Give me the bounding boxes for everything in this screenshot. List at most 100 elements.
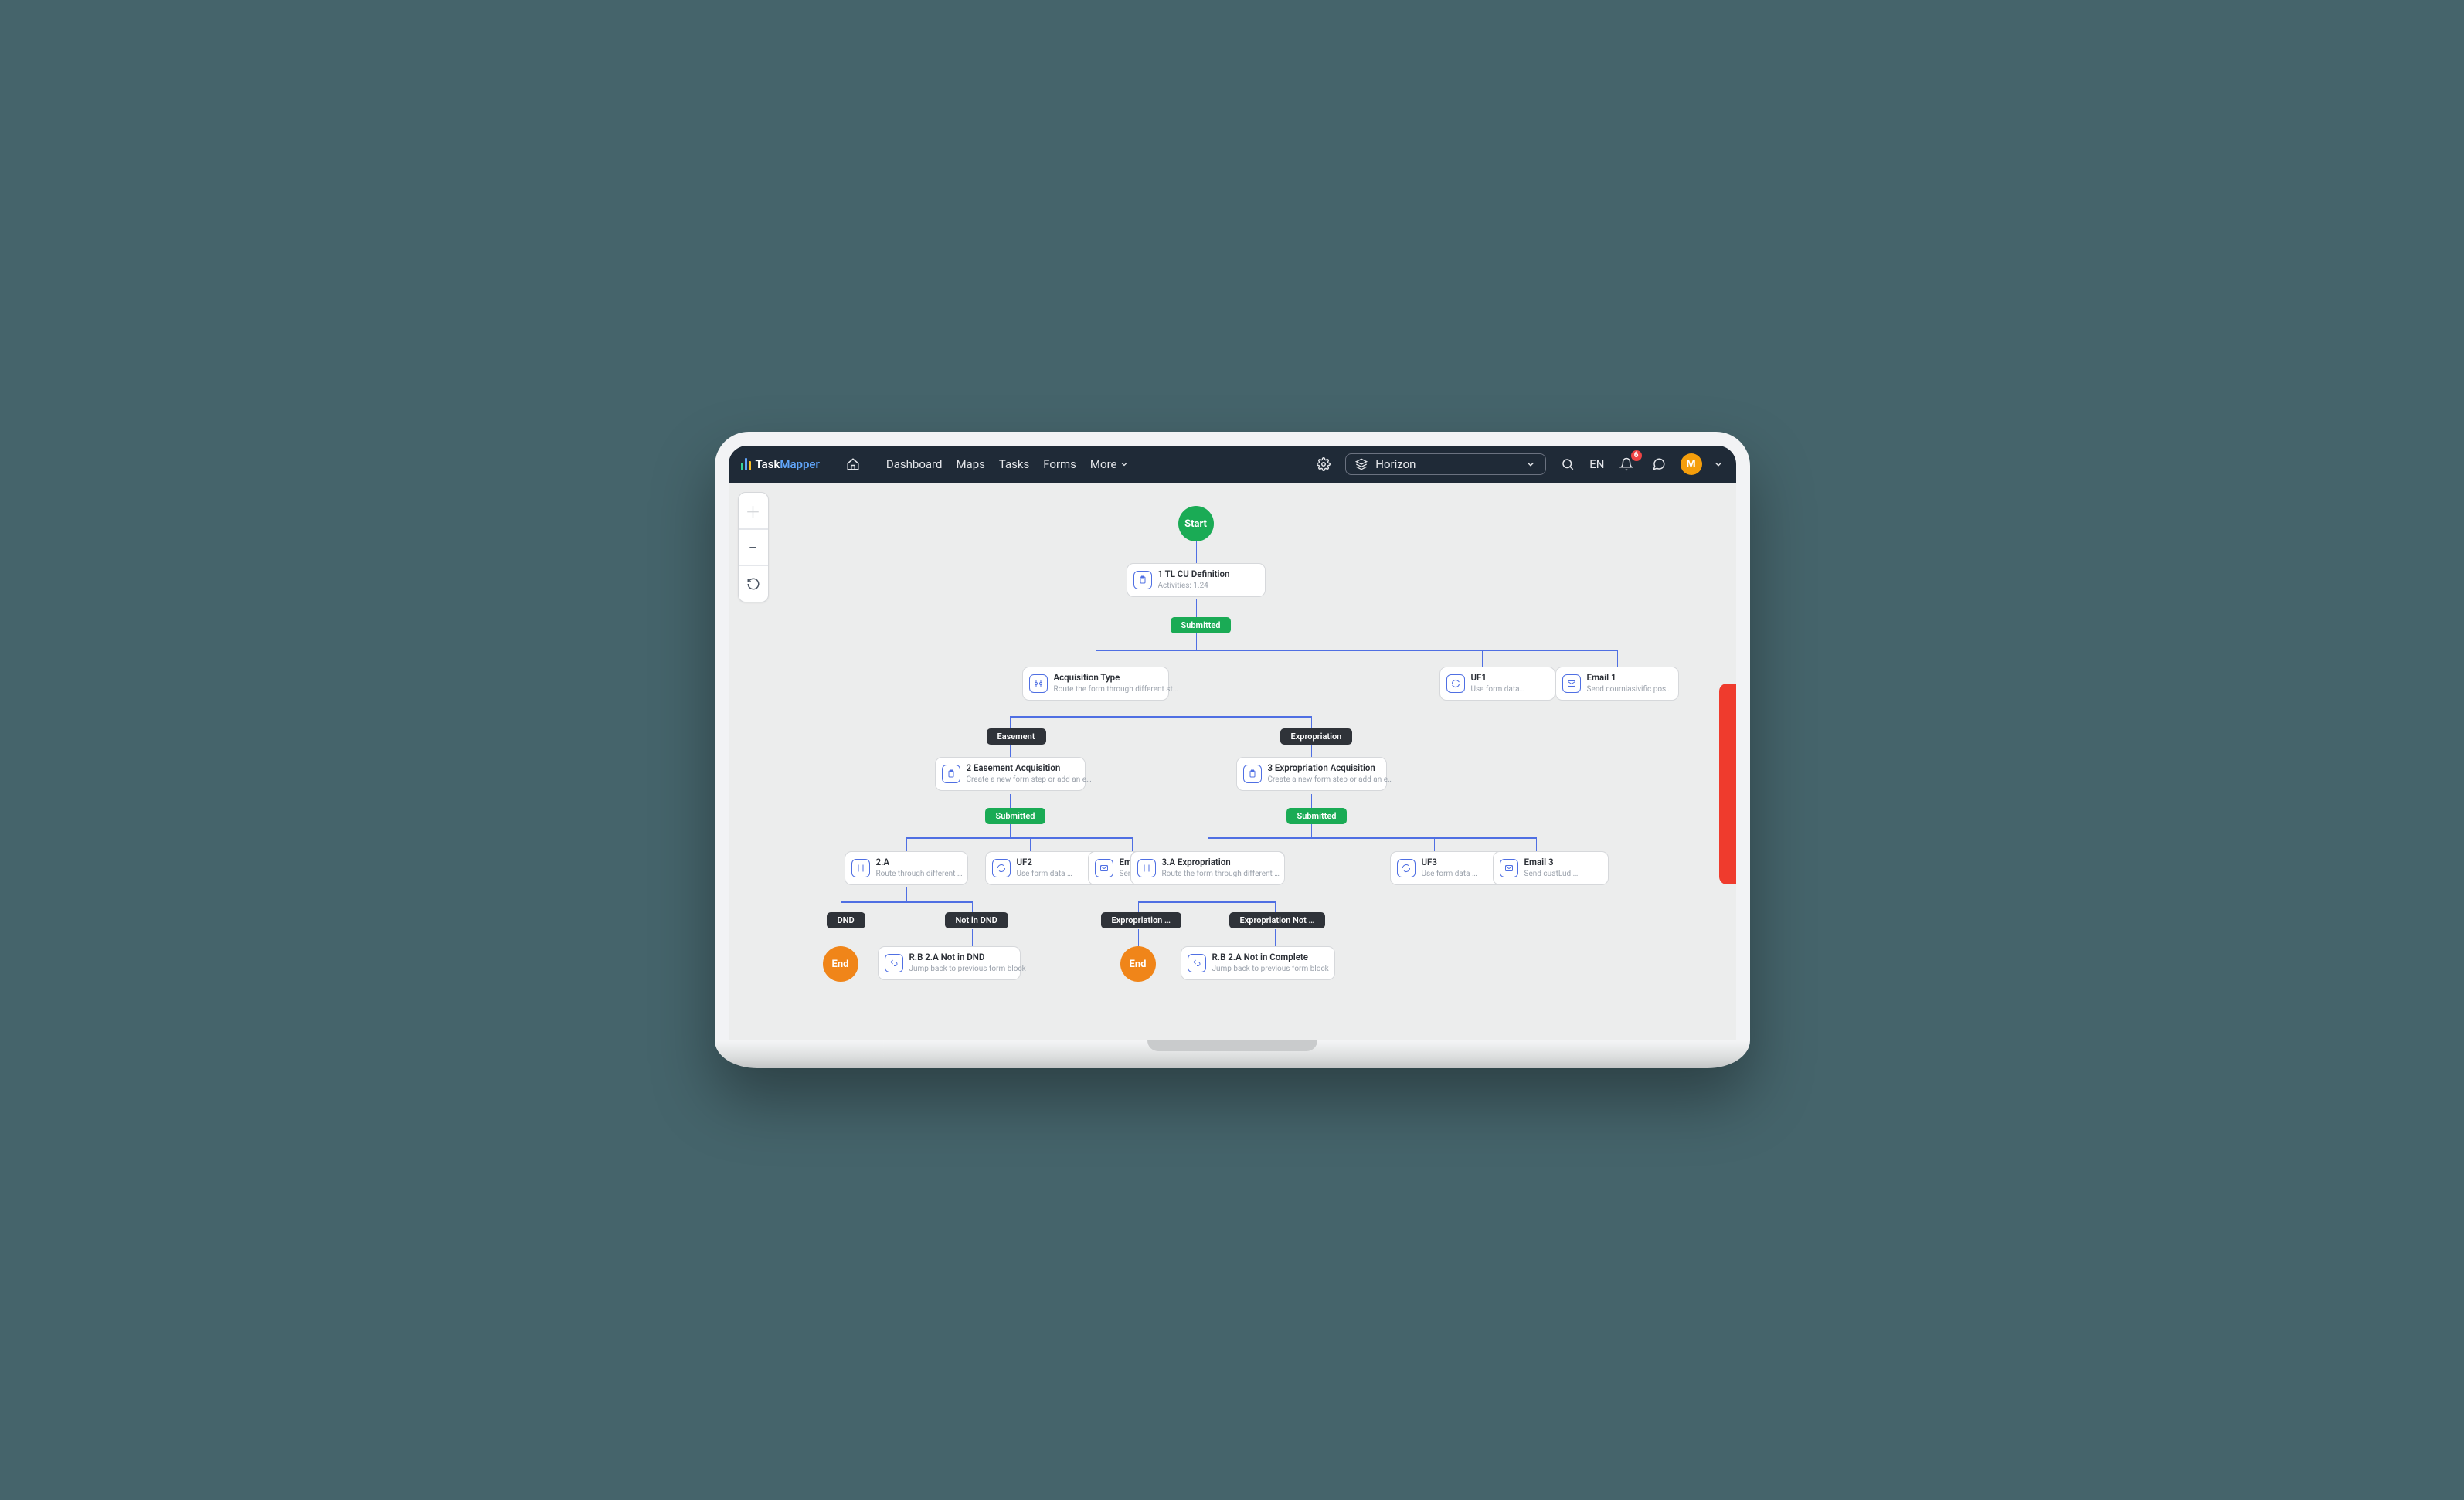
node-2a[interactable]: 2.ARoute through different steps bas… — [845, 851, 968, 885]
pill-expro-not[interactable]: Expropriation Not … — [1229, 912, 1326, 928]
chat-icon — [1652, 457, 1666, 471]
connector — [1208, 887, 1209, 901]
settings-button[interactable] — [1313, 453, 1334, 475]
node-uf2[interactable]: UF2Use form data to un fir… — [985, 851, 1101, 885]
connector — [1096, 650, 1617, 651]
mail-icon — [1562, 674, 1581, 693]
connector — [1434, 837, 1537, 839]
connector — [1275, 901, 1276, 912]
connector — [1196, 633, 1198, 650]
connector — [972, 901, 974, 912]
connector — [1311, 794, 1313, 808]
nav-tasks[interactable]: Tasks — [999, 457, 1029, 471]
bell-icon — [1619, 457, 1633, 471]
connector — [1208, 837, 1209, 851]
pill-easement[interactable]: Easement — [987, 728, 1046, 745]
connector — [1010, 794, 1011, 808]
home-button[interactable] — [842, 453, 864, 475]
chat-button[interactable] — [1648, 453, 1670, 475]
flow-canvas[interactable]: ＋ − — [729, 483, 1736, 1040]
connector — [906, 837, 1132, 839]
brand-text-2: Mapper — [780, 457, 820, 471]
pill-submitted[interactable]: Submitted — [1171, 617, 1232, 633]
app-header: TaskMapper Dashboard Maps Tasks Forms Mo… — [729, 446, 1736, 483]
workspace-selected: Horizon — [1375, 457, 1416, 471]
connector — [1138, 901, 1140, 912]
connector — [1138, 901, 1275, 903]
brand-text-1: Task — [756, 457, 780, 471]
connector — [841, 901, 842, 912]
notifications-button[interactable]: 6 — [1616, 453, 1637, 475]
laptop-base — [715, 1040, 1750, 1068]
main-nav: Dashboard Maps Tasks Forms More — [886, 457, 1130, 471]
node-3a-expro[interactable]: 3.A ExpropriationRoute the form through … — [1130, 851, 1285, 885]
end-node-2[interactable]: End — [1120, 946, 1156, 982]
user-avatar[interactable]: M — [1681, 453, 1702, 475]
connector — [1434, 837, 1436, 851]
node-uf1[interactable]: UF1Use form data trupted four… — [1439, 667, 1555, 701]
refresh-icon — [1397, 859, 1416, 877]
chevron-down-icon — [1120, 460, 1129, 469]
node-rb-3a[interactable]: R.B 2.A Not in CompleteJump back to prev… — [1181, 946, 1335, 980]
logo-bars-icon — [741, 458, 751, 470]
laptop-mockup: TaskMapper Dashboard Maps Tasks Forms Mo… — [715, 432, 1750, 1068]
return-icon — [1188, 954, 1206, 972]
connector — [1208, 837, 1434, 839]
node-email3[interactable]: Email 3Send cuatLud bolfic e… — [1493, 851, 1609, 885]
gear-icon — [1317, 457, 1331, 471]
pill-not-dnd[interactable]: Not in DND — [945, 912, 1008, 928]
connector — [1536, 837, 1538, 851]
node-expro-acq[interactable]: 3 Expropriation AcquisitionCreate a new … — [1236, 757, 1387, 791]
pill-dnd[interactable]: DND — [827, 912, 865, 928]
language-toggle[interactable]: EN — [1589, 457, 1604, 471]
connector — [1010, 716, 1311, 718]
connector — [972, 929, 974, 946]
connector — [1196, 541, 1198, 563]
pill-expropriation[interactable]: Expropriation — [1280, 728, 1353, 745]
workspace-selector[interactable]: Horizon — [1345, 453, 1546, 475]
nav-dashboard[interactable]: Dashboard — [886, 457, 943, 471]
chevron-down-icon[interactable] — [1713, 459, 1724, 470]
nav-forms[interactable]: Forms — [1043, 457, 1076, 471]
connector — [1096, 650, 1097, 667]
pill-submitted-3[interactable]: Submitted — [1286, 808, 1348, 824]
home-icon — [846, 457, 860, 471]
node-uf3[interactable]: UF3Use form data datoo upver… — [1390, 851, 1506, 885]
connector — [1138, 929, 1140, 946]
nav-more[interactable]: More — [1090, 457, 1130, 471]
connector — [1096, 703, 1097, 717]
pill-submitted-2[interactable]: Submitted — [985, 808, 1046, 824]
notification-badge: 6 — [1631, 450, 1642, 461]
branch-icon — [1029, 674, 1048, 693]
node-rb-2a[interactable]: R.B 2.A Not in DNDJump back to previous … — [878, 946, 1021, 980]
connector — [1482, 650, 1483, 667]
nav-maps[interactable]: Maps — [956, 457, 984, 471]
node-email1[interactable]: Email 1Send courniasivific posi… — [1555, 667, 1679, 701]
node-definition[interactable]: 1 TL CU DefinitionActivities: 1.24 — [1127, 563, 1266, 597]
brand-logo[interactable]: TaskMapper — [741, 457, 820, 471]
return-icon — [885, 954, 903, 972]
connector — [1311, 716, 1313, 728]
refresh-icon — [992, 859, 1011, 877]
clipboard-icon — [942, 765, 960, 783]
chevron-down-icon — [1525, 459, 1536, 470]
connector — [906, 887, 908, 901]
node-easement-acq[interactable]: 2 Easement AcquisitionCreate a new form … — [935, 757, 1086, 791]
search-button[interactable] — [1557, 453, 1579, 475]
clipboard-icon — [1243, 765, 1262, 783]
end-node-1[interactable]: End — [823, 946, 858, 982]
connector — [1010, 823, 1011, 837]
connector — [841, 929, 842, 946]
branch-icon — [851, 859, 870, 877]
mail-icon — [1500, 859, 1518, 877]
clipboard-icon — [1133, 571, 1152, 589]
connector — [906, 837, 908, 851]
start-node[interactable]: Start — [1178, 506, 1214, 541]
pill-expro-dots[interactable]: Expropriation … — [1101, 912, 1182, 928]
layers-icon — [1355, 458, 1368, 470]
branch-icon — [1137, 859, 1156, 877]
connector — [1132, 837, 1133, 851]
connector — [1617, 650, 1619, 667]
connector — [1311, 745, 1313, 757]
node-acquisition-type[interactable]: Acquisition TypeRoute the form through d… — [1022, 667, 1169, 701]
